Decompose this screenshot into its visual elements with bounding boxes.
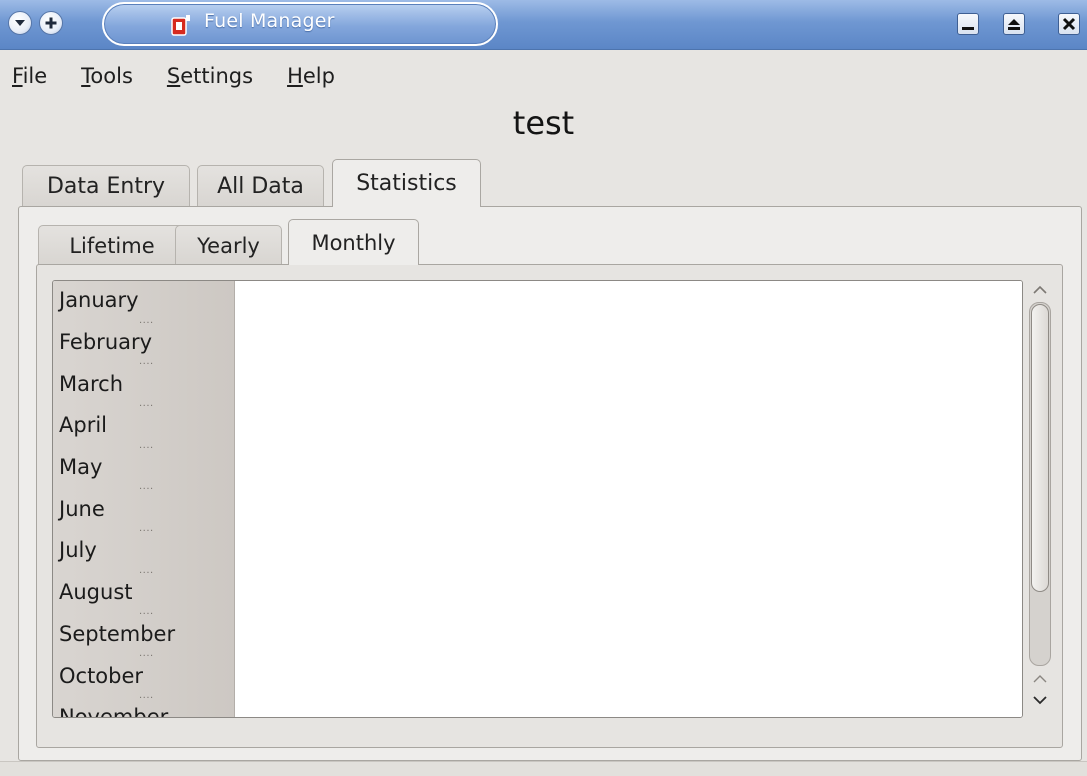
window-title: Fuel Manager <box>204 10 335 32</box>
month-dots: .... <box>139 523 154 534</box>
month-dots: .... <box>139 606 154 617</box>
tab-lifetime[interactable]: Lifetime <box>38 225 186 265</box>
page-title: test <box>512 104 575 142</box>
window-menu-button[interactable] <box>8 11 32 35</box>
tab-data-entry[interactable]: Data Entry <box>22 165 190 207</box>
month-dots: .... <box>139 648 154 659</box>
month-list: January .... February .... March .... Ap… <box>53 281 235 717</box>
month-label: February <box>59 330 153 354</box>
month-label: November <box>59 705 169 717</box>
title-bar: Fuel Manager <box>0 0 1087 50</box>
month-dots: .... <box>139 315 154 326</box>
tab-all-data[interactable]: All Data <box>197 165 324 207</box>
chevron-up-icon[interactable] <box>1031 282 1049 298</box>
month-dots: .... <box>139 356 154 367</box>
monthly-panel: January .... February .... March .... Ap… <box>36 264 1063 748</box>
chevron-down-icon[interactable] <box>1031 692 1049 708</box>
close-icon <box>1062 17 1076 31</box>
month-label: May <box>59 455 103 479</box>
menu-settings[interactable]: Settings <box>167 62 253 88</box>
menu-bar: File Tools Settings Help <box>0 51 1087 99</box>
menu-tools[interactable]: Tools <box>81 62 133 88</box>
month-label: January <box>59 288 139 312</box>
minimize-icon <box>962 27 974 30</box>
month-label: June <box>59 497 105 521</box>
month-label: July <box>59 538 97 562</box>
scroll-thumb[interactable] <box>1031 304 1049 592</box>
month-dots: .... <box>139 440 154 451</box>
month-dots: .... <box>139 565 154 576</box>
menu-file[interactable]: File <box>12 62 47 88</box>
tab-statistics[interactable]: Statistics <box>332 159 481 207</box>
maximize-button[interactable] <box>1003 13 1025 35</box>
tab-monthly[interactable]: Monthly <box>288 219 419 265</box>
maximize-icon <box>1008 19 1020 30</box>
month-label: April <box>59 413 107 437</box>
chevron-up-icon[interactable] <box>1031 672 1049 686</box>
scroll-trough[interactable] <box>1029 302 1051 666</box>
month-dots: .... <box>139 690 154 701</box>
vertical-scrollbar[interactable] <box>1027 280 1053 718</box>
month-label: October <box>59 664 144 688</box>
plus-icon <box>45 17 57 29</box>
tab-yearly[interactable]: Yearly <box>175 225 282 265</box>
month-label: August <box>59 580 133 604</box>
month-label: September <box>59 622 176 646</box>
minimize-button[interactable] <box>957 13 979 35</box>
monthly-stats-view: January .... February .... March .... Ap… <box>52 280 1023 718</box>
menu-help[interactable]: Help <box>287 62 335 88</box>
month-dots: .... <box>139 398 154 409</box>
title-pill: Fuel Manager <box>102 2 498 46</box>
chevron-down-icon <box>15 20 25 26</box>
status-bar <box>0 761 1087 776</box>
fuel-can-icon <box>171 15 190 36</box>
sticky-button[interactable] <box>39 11 63 35</box>
month-dots: .... <box>139 481 154 492</box>
month-label: March <box>59 372 124 396</box>
stats-text-area[interactable] <box>236 281 1022 717</box>
statistics-panel: Lifetime Yearly Monthly January .... Feb… <box>18 206 1082 761</box>
close-button[interactable] <box>1058 13 1080 35</box>
